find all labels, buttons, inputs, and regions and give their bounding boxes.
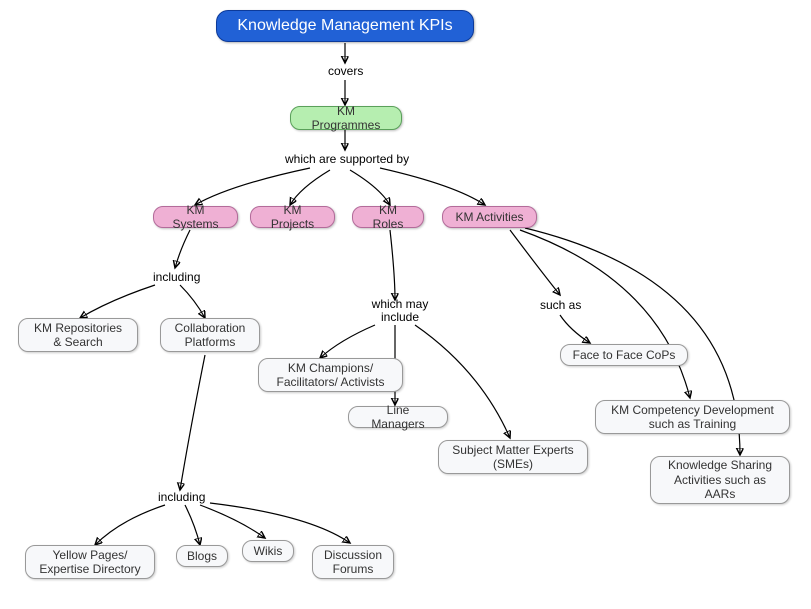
node-sharing: Knowledge Sharing Activities such as AAR… xyxy=(650,456,790,504)
edge-label-suchas: such as xyxy=(540,298,581,312)
node-km-projects: KM Projects xyxy=(250,206,335,228)
node-cops: Face to Face CoPs xyxy=(560,344,688,366)
edge-label-including-collab: including xyxy=(158,490,205,504)
edge-label-supported: which are supported by xyxy=(285,152,409,166)
node-km-programmes: KM Programmes xyxy=(290,106,402,130)
node-km-systems: KM Systems xyxy=(153,206,238,228)
node-champions: KM Champions/ Facilitators/ Activists xyxy=(258,358,403,392)
node-collaboration: Collaboration Platforms xyxy=(160,318,260,352)
title-node: Knowledge Management KPIs xyxy=(216,10,474,42)
node-yellowpages: Yellow Pages/ Expertise Directory xyxy=(25,545,155,579)
node-line-managers: Line Managers xyxy=(348,406,448,428)
node-blogs: Blogs xyxy=(176,545,228,567)
node-training: KM Competency Development such as Traini… xyxy=(595,400,790,434)
node-repositories: KM Repositories & Search xyxy=(18,318,138,352)
node-km-activities: KM Activities xyxy=(442,206,537,228)
node-smes: Subject Matter Experts (SMEs) xyxy=(438,440,588,474)
edge-label-mayinclude: which may include xyxy=(365,298,435,324)
edge-label-covers: covers xyxy=(328,64,363,78)
node-wikis: Wikis xyxy=(242,540,294,562)
edge-label-including-systems: including xyxy=(153,270,200,284)
node-forums: Discussion Forums xyxy=(312,545,394,579)
node-km-roles: KM Roles xyxy=(352,206,424,228)
